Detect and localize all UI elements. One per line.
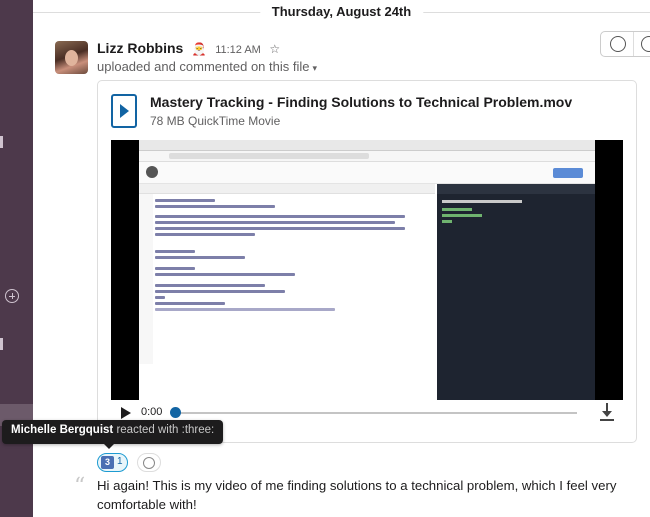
code-line [155,273,295,276]
add-reaction-button[interactable] [137,453,161,472]
actions-divider [633,32,634,56]
download-arrowhead [602,411,612,417]
author-name[interactable]: Lizz Robbins [97,40,183,56]
video-file-icon[interactable] [111,94,137,128]
tooltip-user-name: Michelle Bergquist [11,424,114,436]
video-console-tabs [437,184,595,194]
console-line [442,208,472,211]
message-actions [600,31,650,57]
file-comment: Hi again! This is my video of me finding… [97,478,617,512]
chevron-down-icon[interactable]: ▾ [312,63,317,73]
code-line [155,221,395,224]
video-address-bar [139,151,595,162]
file-title[interactable]: Mastery Tracking - Finding Solutions to … [150,94,572,110]
more-actions-icon[interactable] [641,36,650,52]
console-line [442,220,452,223]
video-seek-bar[interactable] [177,412,577,414]
star-icon[interactable]: ☆ [269,42,280,56]
reaction-tooltip: Michelle Bergquist reacted with :three: [2,420,224,449]
santa-hat-icon: 🎅 [191,42,207,56]
video-frame [139,140,595,400]
message-timestamp[interactable]: 11:12 AM [215,44,261,56]
code-line [155,256,245,259]
code-line [155,233,255,236]
add-reaction-icon[interactable] [610,36,626,52]
console-line [442,214,482,217]
sidebar-channel-marker[interactable] [0,338,3,350]
code-line [155,302,225,305]
play-glyph-icon [120,104,129,118]
avatar-face [65,50,78,66]
video-signin [553,168,583,178]
code-line [155,250,195,253]
day-divider: Thursday, August 24th [33,0,650,24]
code-line [155,199,215,202]
code-line [155,284,265,287]
video-editor-toolbar [139,184,435,194]
tooltip-arrow [104,444,114,449]
subline-text[interactable]: uploaded and commented on this file [97,59,309,74]
add-channel-icon[interactable] [5,289,19,303]
console-line [442,200,522,203]
file-attachment: Mastery Tracking - Finding Solutions to … [97,80,637,443]
reaction-three[interactable]: 3 1 [97,453,128,472]
video-app-logo [146,166,158,178]
avatar[interactable] [55,41,88,74]
code-line [155,290,285,293]
video-player[interactable] [111,140,623,400]
sidebar-channel-marker[interactable] [0,136,3,148]
video-seek-handle[interactable] [170,407,181,418]
tooltip-text: reacted with :three: [113,424,215,436]
download-icon[interactable] [600,403,614,421]
video-browser-chrome [139,140,595,151]
code-line [155,215,405,218]
file-meta: 78 MB QuickTime Movie [150,114,281,128]
video-code-editor [139,184,435,364]
video-console [437,184,595,400]
code-line [155,205,275,208]
three-emoji-icon: 3 [101,456,114,469]
code-line [155,308,335,311]
day-divider-label: Thursday, August 24th [259,4,424,19]
file-share-subline: uploaded and commented on this file ▾ [97,59,317,74]
message-header: Lizz Robbins 🎅 11:12 AM ☆ [97,40,280,58]
reaction-count: 1 [117,456,123,467]
video-url [169,153,369,159]
code-line [155,267,195,270]
video-editor-gutter [139,194,153,364]
add-emoji-icon [143,457,155,469]
play-icon[interactable] [121,407,131,419]
video-app-header [139,162,595,184]
video-time: 0:00 [141,406,163,418]
code-line [155,296,165,299]
quote-icon: “ [74,474,86,499]
code-line [155,227,405,230]
download-base [600,419,614,421]
slack-window: Thursday, August 24th Lizz Robbins 🎅 11:… [0,0,650,517]
